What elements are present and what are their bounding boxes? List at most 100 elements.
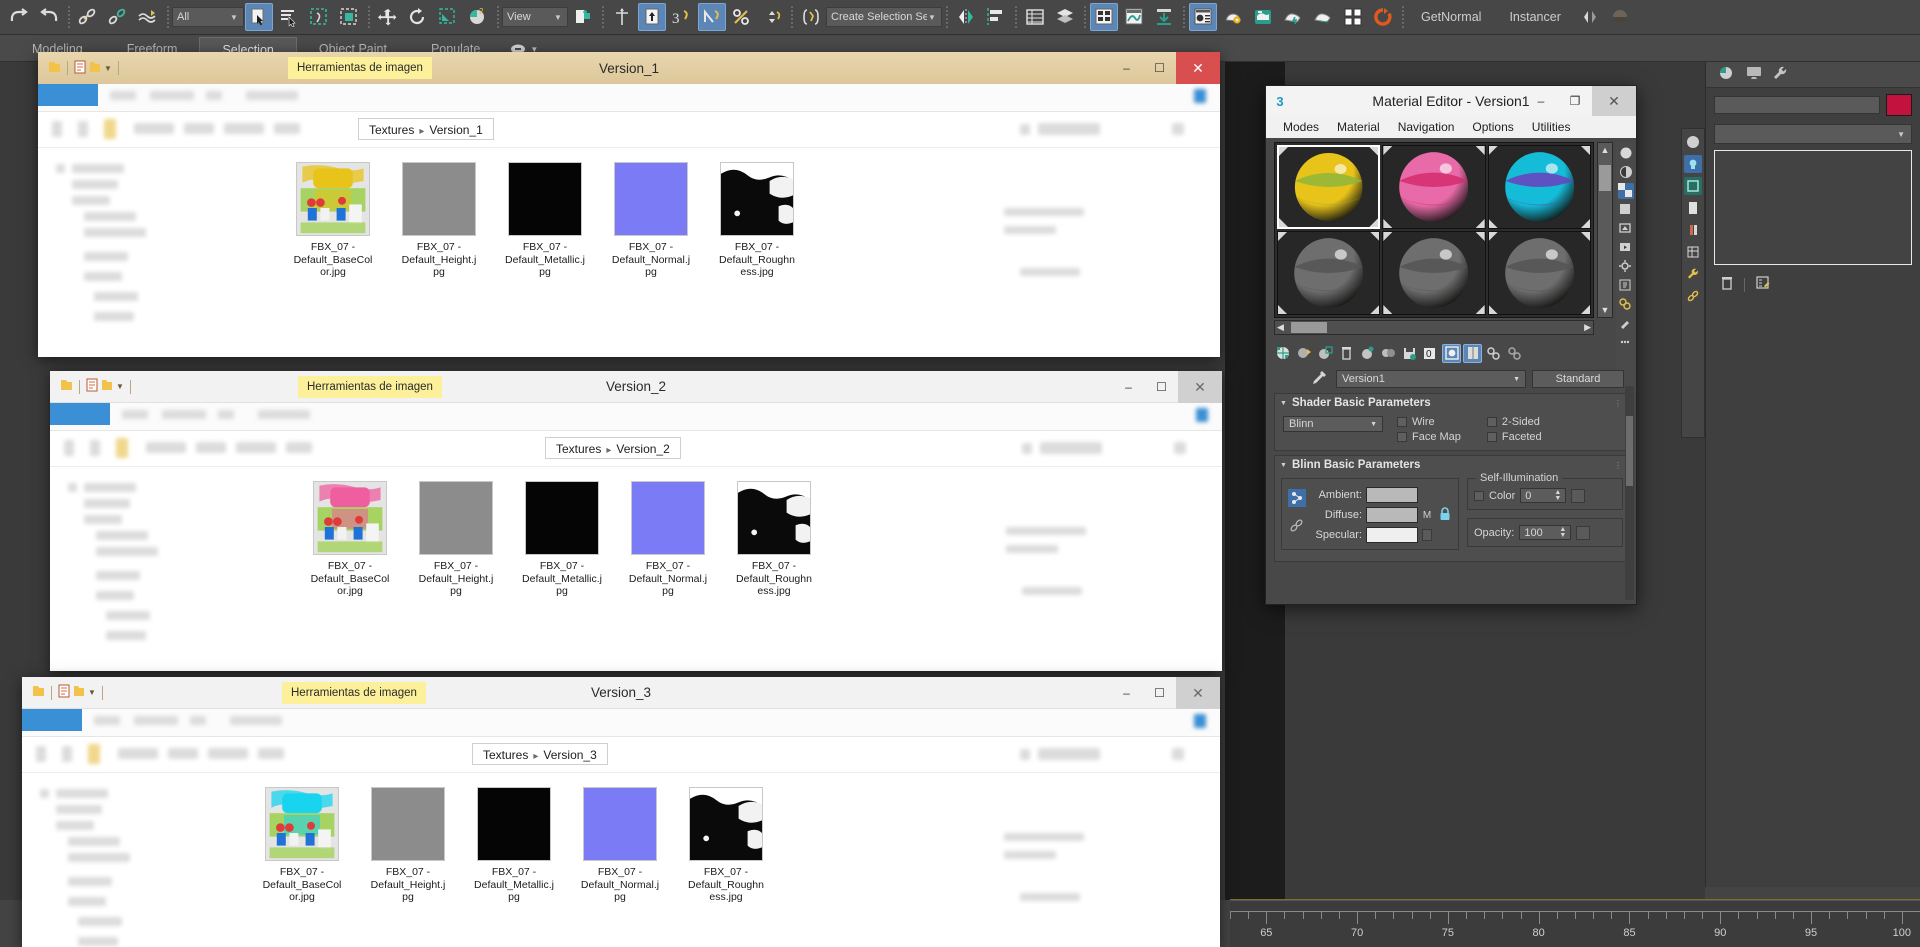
scroll-thumb[interactable]	[1599, 165, 1611, 191]
file-item[interactable]: FBX_07 - Default_BaseColor.jpg	[262, 787, 342, 904]
material-editor-titlebar[interactable]: 3 Material Editor - Version1 – ❐ ✕	[1266, 86, 1636, 116]
select-link-icon[interactable]	[74, 3, 102, 31]
adt-icon[interactable]	[1339, 3, 1367, 31]
scroll-up-icon[interactable]: ▲	[1601, 143, 1610, 155]
maximize-button[interactable]: ❐	[1558, 86, 1592, 116]
breadcrumb-segment[interactable]: Version_2	[616, 442, 669, 456]
explorer-navigation-pane[interactable]	[50, 467, 250, 671]
file-item[interactable]: FBX_07 - Default_Metallic.jpg	[474, 787, 554, 904]
material-slot-2[interactable]	[1382, 145, 1486, 229]
breadcrumb-segment[interactable]: Version_1	[429, 123, 482, 137]
show-map-in-viewport-icon[interactable]	[1442, 343, 1461, 363]
diffuse-color-swatch[interactable]	[1366, 507, 1418, 523]
align-icon[interactable]	[982, 3, 1010, 31]
put-to-library-icon[interactable]	[1400, 344, 1419, 363]
material-slot-3[interactable]	[1487, 145, 1591, 229]
opacity-spinner[interactable]: 100 ▲ ▼	[1519, 525, 1572, 540]
file-item[interactable]: FBX_07 - Default_BaseColor.jpg	[293, 162, 373, 279]
strip-page-icon[interactable]	[1684, 199, 1702, 217]
breadcrumb-segment[interactable]: Textures	[483, 748, 528, 762]
scroll-thumb[interactable]	[1626, 416, 1633, 486]
file-item[interactable]: FBX_07 - Default_Roughness.jpg	[734, 481, 814, 598]
sphere-preview-icon[interactable]	[1606, 3, 1634, 31]
file-item[interactable]: FBX_07 - Default_Metallic.jpg	[522, 481, 602, 598]
sample-slot-vscrollbar[interactable]: ▲ ▼	[1597, 142, 1613, 318]
curve-editor-icon[interactable]	[1120, 3, 1148, 31]
select-by-name-icon[interactable]	[275, 3, 303, 31]
strip-link-icon[interactable]	[1684, 287, 1702, 305]
script-button-instancer[interactable]: Instancer	[1495, 10, 1574, 24]
object-color-swatch[interactable]	[1886, 94, 1912, 116]
ambient-color-swatch[interactable]	[1366, 487, 1418, 503]
file-menu-button[interactable]	[38, 84, 98, 106]
file-item[interactable]: FBX_07 - Default_Height.jpg	[399, 162, 479, 279]
breadcrumb-segment[interactable]: Textures	[369, 123, 414, 137]
assign-material-icon[interactable]	[1316, 344, 1335, 363]
checkbox-face-map[interactable]: Face Map	[1397, 431, 1461, 443]
render-iterative-icon[interactable]	[1309, 3, 1337, 31]
make-preview-icon[interactable]	[1618, 240, 1634, 256]
material-editor-icon[interactable]	[1189, 3, 1217, 31]
placement-icon[interactable]: 2	[464, 3, 492, 31]
undo-icon[interactable]	[5, 3, 33, 31]
select-region-icon[interactable]	[305, 3, 333, 31]
checkbox-box[interactable]	[1397, 432, 1407, 442]
file-item[interactable]: FBX_07 - Default_Height.jpg	[416, 481, 496, 598]
specular-color-swatch[interactable]	[1366, 527, 1418, 543]
minimize-button[interactable]: –	[1112, 371, 1145, 403]
explorer-content-area[interactable]: FBX_07 - Default_BaseColor.jpg FBX_07 - D…	[22, 773, 1220, 947]
named-selection-set-combo[interactable]: Create Selection Se ▼	[826, 7, 942, 27]
backlight-icon[interactable]	[1618, 164, 1634, 180]
minimize-button[interactable]: –	[1110, 52, 1143, 84]
explorer-window-version_3[interactable]: ▼ Herramientas de imagen Version_3– ☐ ✕ Textu…	[22, 677, 1220, 947]
close-button[interactable]: ✕	[1592, 86, 1636, 116]
pick-material-icon[interactable]	[1618, 316, 1634, 332]
explorer-ribbon-strip[interactable]	[22, 709, 1220, 737]
mirror-icon[interactable]	[952, 3, 980, 31]
video-color-check-icon[interactable]	[1618, 221, 1634, 237]
scroll-down-icon[interactable]: ▼	[1601, 305, 1610, 317]
opacity-map-slot[interactable]	[1576, 525, 1591, 540]
bind-space-warp-icon[interactable]	[134, 3, 162, 31]
explorer-navigation-pane[interactable]	[22, 773, 222, 947]
menu-modes[interactable]: Modes	[1274, 120, 1328, 134]
mirror-small-icon[interactable]	[1576, 3, 1604, 31]
close-button[interactable]: ✕	[1178, 371, 1222, 403]
script-button-getnormal[interactable]: GetNormal	[1407, 10, 1495, 24]
sample-type-icon[interactable]	[1618, 145, 1634, 161]
selection-filter-combo[interactable]: All ▼	[172, 7, 244, 27]
select-manipulate-icon[interactable]	[608, 3, 636, 31]
ribbon-icon[interactable]	[1090, 3, 1118, 31]
percent-snap-icon[interactable]	[728, 3, 756, 31]
file-item[interactable]: FBX_07 - Default_Roughness.jpg	[686, 787, 766, 904]
redo-icon[interactable]	[35, 3, 63, 31]
explorer-titlebar[interactable]: ▼ Herramientas de imagen Version_1– ☐ ✕	[38, 52, 1220, 84]
scroll-right-icon[interactable]: ▶	[1584, 322, 1591, 333]
breadcrumb[interactable]: Textures ▸ Version_3	[472, 743, 608, 765]
breadcrumb[interactable]: Textures ▸ Version_1	[358, 118, 494, 140]
shader-type-dropdown[interactable]: Blinn ▼	[1283, 416, 1383, 432]
scroll-thumb-h[interactable]	[1291, 322, 1327, 333]
utilities-wrench-icon[interactable]	[1772, 65, 1790, 84]
get-material-icon[interactable]	[1274, 344, 1293, 363]
angle-snap-icon[interactable]: 3	[668, 3, 696, 31]
delete-modifier-icon[interactable]	[1720, 275, 1734, 294]
strip-light-icon[interactable]	[1684, 155, 1702, 173]
scene-explorer-icon[interactable]	[1051, 3, 1079, 31]
spinner-snap-icon[interactable]	[758, 3, 786, 31]
explorer-titlebar[interactable]: ▼ Herramientas de imagen Version_3– ☐ ✕	[22, 677, 1220, 709]
lock-icon[interactable]	[1438, 506, 1452, 525]
spinner-arrows-icon[interactable]: ▲ ▼	[1554, 489, 1561, 502]
strip-wrench-icon[interactable]	[1684, 265, 1702, 283]
make-unique-icon[interactable]	[1379, 344, 1398, 363]
specular-map-slot[interactable]	[1422, 529, 1432, 541]
diffuse-map-letter[interactable]: M	[1422, 510, 1432, 521]
material-slot-1[interactable]	[1277, 145, 1381, 229]
strip-sphere-icon[interactable]	[1684, 133, 1702, 151]
explorer-content-area[interactable]: FBX_07 - Default_BaseColor.jpg FBX_07 - D…	[38, 148, 1220, 357]
explorer-navigation-pane[interactable]	[38, 148, 238, 357]
shader-basic-header[interactable]: ▼ Shader Basic Parameters ⋮	[1275, 394, 1629, 412]
eyedropper-icon[interactable]	[1310, 369, 1328, 390]
maximize-button[interactable]: ☐	[1143, 677, 1176, 709]
menu-utilities[interactable]: Utilities	[1523, 120, 1580, 134]
